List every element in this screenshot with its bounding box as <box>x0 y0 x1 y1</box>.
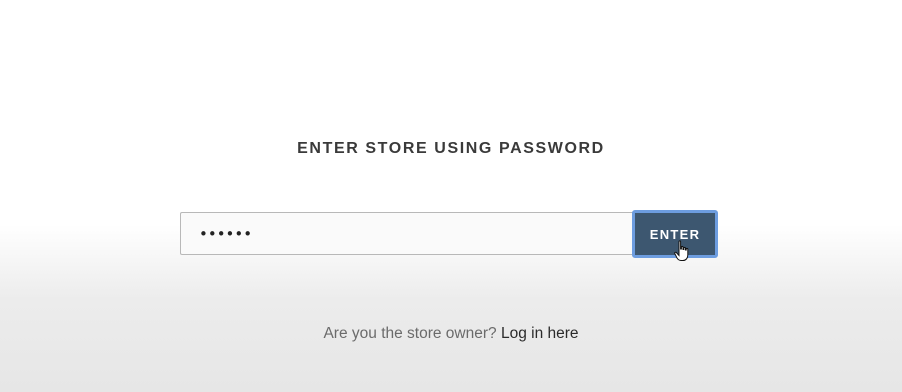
login-link[interactable]: Log in here <box>501 325 579 342</box>
password-form: ENTER <box>180 210 720 261</box>
hand-pointer-icon <box>674 240 689 261</box>
store-owner-prompt: Are you the store owner? Log in here <box>0 325 902 343</box>
password-input[interactable] <box>180 212 634 255</box>
store-owner-question: Are you the store owner? <box>323 325 497 342</box>
page-heading: ENTER STORE USING PASSWORD <box>297 140 605 157</box>
